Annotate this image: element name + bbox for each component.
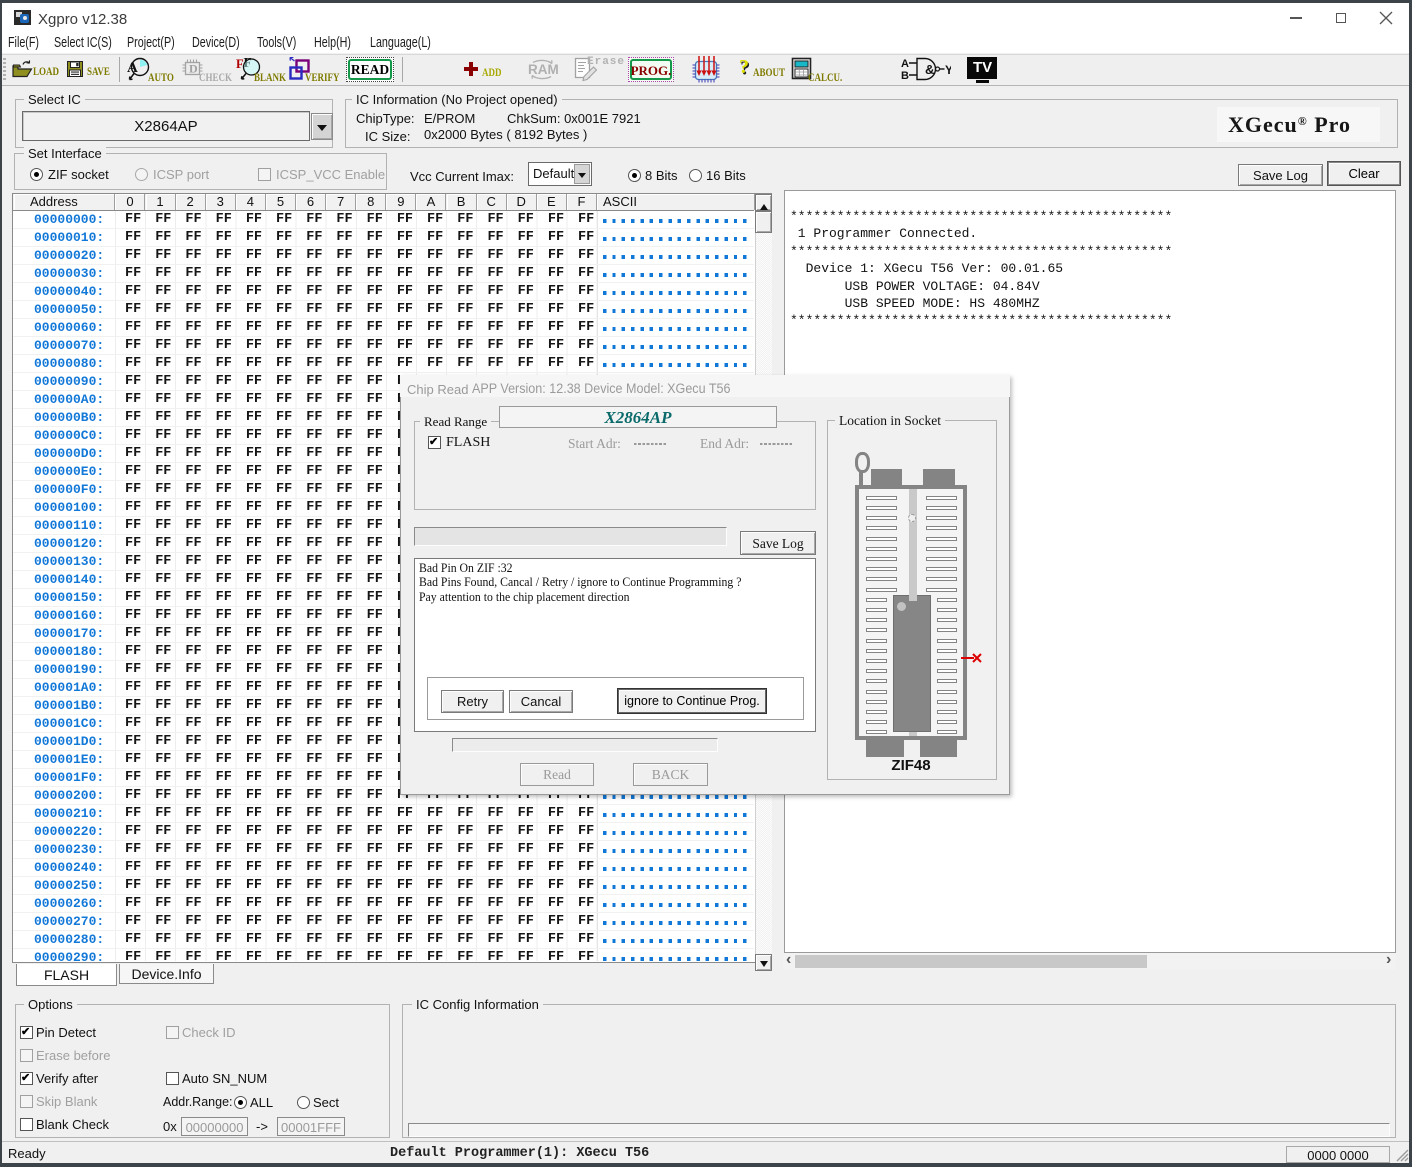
svg-text:&: & [925,62,934,77]
svg-text:Y: Y [945,63,951,77]
svg-text:B: B [901,70,909,82]
svg-text:A: A [901,58,909,70]
